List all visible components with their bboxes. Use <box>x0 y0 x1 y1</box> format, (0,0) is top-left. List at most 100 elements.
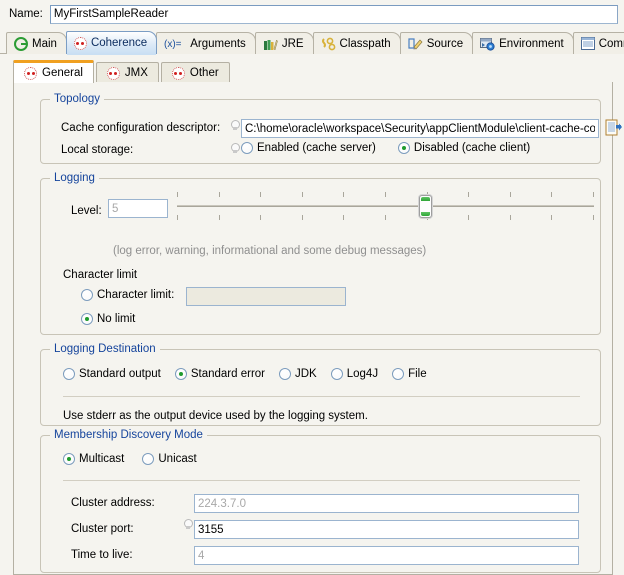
slider-tick <box>302 192 303 197</box>
slider-tick <box>177 192 178 197</box>
name-row: Name: <box>0 0 624 28</box>
logging-legend: Logging <box>50 172 99 184</box>
membership-mode-radio-label-1: Unicast <box>158 453 197 465</box>
slider-tick <box>343 215 344 220</box>
topology-legend: Topology <box>50 93 105 105</box>
membership-mode-radio-label-0: Multicast <box>79 453 125 465</box>
logging-destination-radio-dot-4 <box>392 368 405 380</box>
launch-configuration-dialog: Name: Main Coherence (x)= Arguments JRE Class… <box>0 0 624 575</box>
coherence-dots-icon <box>73 36 87 50</box>
logging-destination-radio-label-4: File <box>408 368 427 380</box>
subtab-label: Other <box>189 67 219 79</box>
tab-source[interactable]: Source <box>399 32 474 54</box>
logging-level-slider[interactable] <box>177 192 594 227</box>
slider-track <box>177 205 594 207</box>
local-storage-radio-0[interactable]: Enabled (cache server) <box>241 142 376 154</box>
environment-icon <box>480 37 495 51</box>
logging-destination-radio-label-1: Standard error <box>190 368 265 380</box>
slider-tick <box>385 192 386 197</box>
membership-field-input-1[interactable] <box>194 520 579 539</box>
slider-tick <box>510 215 511 220</box>
name-label: Name: <box>9 8 43 20</box>
coherence-dots-icon <box>24 66 37 80</box>
slider-tick <box>551 215 552 220</box>
source-pencil-icon <box>408 37 423 51</box>
name-input[interactable] <box>49 4 618 24</box>
logging-destination-radio-label-2: JDK <box>295 368 317 380</box>
slider-tick <box>260 215 261 220</box>
subtab-general[interactable]: General <box>13 60 94 83</box>
logging-destination-radio-label-0: Standard output <box>79 368 161 380</box>
coherence-dots-icon <box>171 66 185 80</box>
membership-field-input-2[interactable] <box>194 546 579 565</box>
membership-discovery-group: Membership Discovery Mode Multicast Unica… <box>40 429 601 573</box>
membership-field-label-1: Cluster port: <box>71 523 134 535</box>
variable-indicator-icon <box>230 120 240 133</box>
slider-tick <box>343 192 344 197</box>
cache-config-descriptor-label: Cache configuration descriptor: <box>61 122 221 134</box>
slider-tick <box>510 192 511 197</box>
logging-destination-radio-group: Standard output Standard error JDK Log4J Fil… <box>63 368 427 380</box>
membership-field-label-0: Cluster address: <box>71 497 155 509</box>
tab-arguments[interactable]: (x)= Arguments <box>156 32 256 54</box>
topology-group: Topology Cache configuration descriptor: <box>40 93 622 164</box>
logging-destination-radio-2[interactable]: JDK <box>279 368 317 380</box>
membership-field-input-0[interactable] <box>194 494 579 513</box>
browse-file-icon[interactable] <box>605 119 622 137</box>
subtab-jmx[interactable]: JMX <box>95 62 159 83</box>
tab-label: Classpath <box>339 37 391 50</box>
logging-level-input[interactable] <box>108 199 168 218</box>
slider-tick <box>593 192 594 197</box>
tab-label: Common <box>598 37 624 50</box>
membership-mode-radio-1[interactable]: Unicast <box>142 453 197 465</box>
logging-destination-radio-4[interactable]: File <box>392 368 427 380</box>
local-storage-radio-1[interactable]: Disabled (cache client) <box>397 142 530 154</box>
logging-destination-legend: Logging Destination <box>50 343 160 355</box>
slider-tick <box>219 192 220 197</box>
subtab-label: General <box>42 67 83 79</box>
tab-jre[interactable]: JRE <box>254 32 314 54</box>
subtab-other[interactable]: Other <box>160 62 230 83</box>
character-limit-radio-dot <box>81 289 93 301</box>
tab-label: JRE <box>281 37 304 50</box>
logging-destination-radio-dot-0 <box>63 368 75 380</box>
slider-tick <box>302 215 303 220</box>
coherence-general-panel: Topology Cache configuration descriptor: <box>13 82 622 575</box>
cache-config-descriptor-input[interactable] <box>241 119 599 138</box>
local-storage-label: Local storage: <box>61 144 134 156</box>
classpath-icon <box>321 37 336 51</box>
slider-tick <box>468 215 469 220</box>
membership-mode-radio-0[interactable]: Multicast <box>63 453 124 465</box>
local-storage-radio-label-0: Enabled (cache server) <box>257 142 376 154</box>
membership-mode-radio-group: Multicast Unicast <box>63 453 197 465</box>
slider-tick <box>385 215 386 220</box>
logging-destination-divider <box>63 396 580 397</box>
logging-destination-radio-dot-3 <box>330 368 343 380</box>
tab-label: Environment <box>499 37 564 50</box>
variable-indicator-icon-2 <box>230 143 240 156</box>
character-limit-radio[interactable]: Character limit: <box>81 289 174 301</box>
variable-indicator-icon-field-1 <box>183 519 193 532</box>
subtab-label: JMX <box>124 67 148 79</box>
tab-environment[interactable]: Environment <box>472 32 574 54</box>
variable-x-icon: (x)= <box>164 37 186 50</box>
tab-coherence[interactable]: Coherence <box>65 31 158 55</box>
main-tab-bar: Main Coherence (x)= Arguments JRE Classpath So… <box>0 30 624 55</box>
tab-main[interactable]: Main <box>6 32 67 54</box>
logging-destination-radio-0[interactable]: Standard output <box>63 368 161 380</box>
logging-destination-radio-3[interactable]: Log4J <box>330 368 378 380</box>
slider-thumb[interactable] <box>419 195 432 218</box>
no-limit-radio[interactable]: No limit <box>81 313 135 325</box>
local-storage-radio-group: Enabled (cache server) Disabled (cache cl… <box>241 142 530 154</box>
logging-group: Logging Level: (log error, warning, info… <box>40 172 601 335</box>
membership-divider <box>63 480 580 481</box>
tab-classpath[interactable]: Classpath <box>312 32 401 54</box>
tab-label: Source <box>426 37 464 50</box>
logging-destination-radio-1[interactable]: Standard error <box>174 368 265 380</box>
tab-common[interactable]: Common <box>572 32 624 54</box>
character-limit-input[interactable] <box>186 287 346 306</box>
common-list-icon <box>580 37 595 50</box>
tab-label: Main <box>32 37 57 50</box>
slider-ticks-bottom <box>177 215 594 220</box>
logging-destination-radio-dot-1 <box>174 368 187 380</box>
